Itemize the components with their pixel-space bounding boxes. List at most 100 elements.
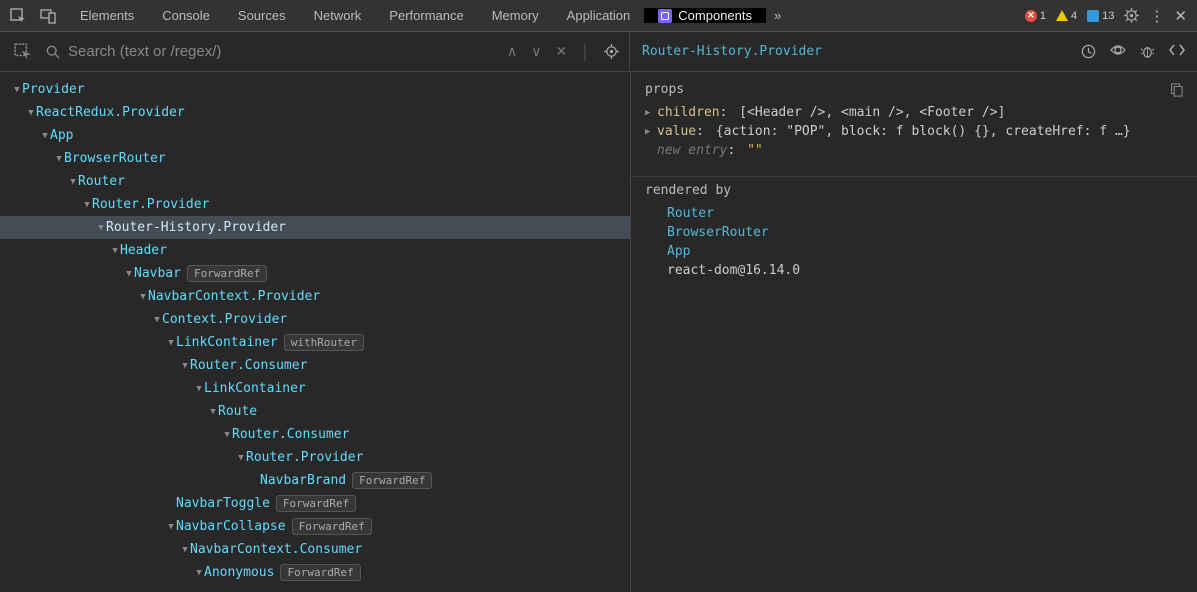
caret-icon[interactable]: ▼ bbox=[68, 177, 78, 187]
tree-node[interactable]: ▼ Router bbox=[0, 170, 630, 193]
suspend-icon[interactable] bbox=[1081, 44, 1096, 59]
node-label: Anonymous bbox=[204, 565, 274, 580]
caret-icon[interactable]: ▼ bbox=[96, 223, 106, 233]
caret-icon[interactable]: ▼ bbox=[236, 453, 246, 463]
warning-badge[interactable]: 4 bbox=[1056, 10, 1077, 22]
tree-node[interactable]: ▼ Router-History.Provider bbox=[0, 216, 630, 239]
error-icon: ✕ bbox=[1025, 10, 1037, 22]
node-label: NavbarToggle bbox=[176, 496, 270, 511]
tab-elements[interactable]: Elements bbox=[66, 0, 148, 31]
tree-node[interactable]: ▼ Router.Provider bbox=[0, 446, 630, 469]
tree-node[interactable]: NavbarToggleForwardRef bbox=[0, 492, 630, 515]
tree-node[interactable]: ▼ BrowserRouter bbox=[0, 147, 630, 170]
tree-node[interactable]: ▼ LinkContainer bbox=[0, 377, 630, 400]
tree-node[interactable]: ▼ LinkContainerwithRouter bbox=[0, 331, 630, 354]
hoc-badge: ForwardRef bbox=[352, 472, 432, 489]
rendered-by-heading: rendered by bbox=[645, 183, 731, 198]
node-label: Context.Provider bbox=[162, 312, 287, 327]
search-prev-icon[interactable]: ∧ bbox=[507, 43, 517, 60]
caret-icon[interactable]: ▼ bbox=[222, 430, 232, 440]
tree-node[interactable]: ▼ NavbarForwardRef bbox=[0, 262, 630, 285]
search-next-icon[interactable]: ∨ bbox=[531, 43, 541, 60]
caret-icon[interactable]: ▼ bbox=[208, 407, 218, 417]
more-tabs-icon[interactable]: » bbox=[766, 8, 789, 23]
caret-icon[interactable]: ▼ bbox=[12, 85, 22, 95]
tab-memory[interactable]: Memory bbox=[478, 0, 553, 31]
caret-icon[interactable]: ▼ bbox=[180, 361, 190, 371]
component-tree-pane[interactable]: ▼ Provider▼ ReactRedux.Provider▼ App▼ Br… bbox=[0, 72, 630, 592]
close-devtools-icon[interactable]: ✕ bbox=[1174, 7, 1187, 25]
node-label: Router.Provider bbox=[246, 450, 363, 465]
hoc-badge: ForwardRef bbox=[280, 564, 360, 581]
tree-node[interactable]: ▼ Provider bbox=[0, 78, 630, 101]
caret-icon[interactable]: ▼ bbox=[26, 108, 36, 118]
node-label: Router.Consumer bbox=[190, 358, 307, 373]
rendered-by-link[interactable]: App bbox=[645, 242, 1183, 261]
tree-node[interactable]: ▼ NavbarCollapseForwardRef bbox=[0, 515, 630, 538]
caret-icon[interactable]: ▼ bbox=[180, 545, 190, 555]
tree-node[interactable]: ▼ NavbarContext.Provider bbox=[0, 285, 630, 308]
search-clear-icon[interactable]: ✕ bbox=[556, 43, 568, 60]
copy-props-icon[interactable] bbox=[1169, 83, 1183, 97]
error-count: 1 bbox=[1040, 10, 1046, 22]
tree-node[interactable]: ▼ Router.Consumer bbox=[0, 354, 630, 377]
caret-icon[interactable]: ▼ bbox=[110, 246, 120, 256]
tree-settings-icon[interactable] bbox=[604, 44, 619, 59]
tree-node[interactable]: ▼ Anonymous ForwardRef bbox=[0, 561, 630, 584]
devtools-tabs: ElementsConsoleSourcesNetworkPerformance… bbox=[66, 0, 644, 31]
tree-node[interactable]: ▼ NavbarContext.Consumer bbox=[0, 538, 630, 561]
tree-node[interactable]: ▼ Header bbox=[0, 239, 630, 262]
caret-icon[interactable]: ▼ bbox=[166, 522, 176, 532]
tree-node[interactable]: ▼ Context.Provider bbox=[0, 308, 630, 331]
props-heading: props bbox=[645, 82, 684, 97]
error-badge[interactable]: ✕ 1 bbox=[1025, 10, 1046, 22]
tree-node[interactable]: ▼ ReactRedux.Provider bbox=[0, 101, 630, 124]
tree-node[interactable]: ▼ Router.Provider bbox=[0, 193, 630, 216]
tree-node[interactable]: ▼ Router.Consumer bbox=[0, 423, 630, 446]
caret-icon[interactable]: ▼ bbox=[166, 338, 176, 348]
node-label: NavbarContext.Consumer bbox=[190, 542, 362, 557]
view-source-icon[interactable] bbox=[1169, 44, 1185, 59]
prop-row-new-entry[interactable]: new entry: "" bbox=[645, 141, 1183, 160]
rendered-by-link[interactable]: BrowserRouter bbox=[645, 223, 1183, 242]
tree-node[interactable]: ▼ App bbox=[0, 124, 630, 147]
debug-icon[interactable] bbox=[1140, 44, 1155, 59]
inspect-element-icon[interactable] bbox=[10, 8, 26, 24]
settings-icon[interactable] bbox=[1124, 8, 1139, 23]
caret-icon[interactable]: ▼ bbox=[194, 384, 204, 394]
select-element-icon[interactable] bbox=[0, 43, 46, 61]
tab-performance[interactable]: Performance bbox=[375, 0, 477, 31]
tree-node[interactable]: ▼ Route bbox=[0, 400, 630, 423]
caret-icon[interactable]: ▼ bbox=[194, 568, 204, 578]
caret-icon[interactable]: ▼ bbox=[54, 154, 64, 164]
caret-icon[interactable]: ▼ bbox=[152, 315, 162, 325]
tab-sources[interactable]: Sources bbox=[224, 0, 300, 31]
caret-icon[interactable]: ▼ bbox=[82, 200, 92, 210]
prop-value: {action: "POP", block: f block() {}, cre… bbox=[716, 124, 1131, 139]
devtools-tab-bar: ElementsConsoleSourcesNetworkPerformance… bbox=[0, 0, 1197, 32]
inspect-dom-icon[interactable] bbox=[1110, 44, 1126, 59]
warning-count: 4 bbox=[1071, 10, 1077, 22]
prop-row-children[interactable]: ▶ children: [<Header />, <main />, <Foot… bbox=[645, 103, 1183, 122]
tab-console[interactable]: Console bbox=[148, 0, 224, 31]
caret-icon[interactable]: ▼ bbox=[138, 292, 148, 302]
tab-network[interactable]: Network bbox=[300, 0, 376, 31]
device-toolbar-icon[interactable] bbox=[40, 8, 56, 24]
tree-node[interactable]: NavbarBrandForwardRef bbox=[0, 469, 630, 492]
selected-component-breadcrumb[interactable]: Router-History.Provider bbox=[642, 44, 822, 59]
tab-application[interactable]: Application bbox=[553, 0, 645, 31]
new-entry-value[interactable]: "" bbox=[747, 143, 763, 158]
tab-label: Components bbox=[678, 8, 752, 23]
info-badge[interactable]: 13 bbox=[1087, 10, 1114, 22]
rendered-by-link[interactable]: Router bbox=[645, 204, 1183, 223]
caret-icon[interactable]: ▼ bbox=[40, 131, 50, 141]
node-label: NavbarContext.Provider bbox=[148, 289, 320, 304]
tab-components[interactable]: Components bbox=[644, 8, 766, 23]
expand-icon[interactable]: ▶ bbox=[645, 127, 657, 137]
details-pane: props ▶ children: [<Header />, <main />,… bbox=[630, 72, 1197, 592]
caret-icon[interactable]: ▼ bbox=[124, 269, 134, 279]
search-icon bbox=[46, 45, 68, 59]
prop-row-value[interactable]: ▶ value: {action: "POP", block: f block(… bbox=[645, 122, 1183, 141]
expand-icon[interactable]: ▶ bbox=[645, 108, 657, 118]
more-menu-icon[interactable]: ⋮ bbox=[1149, 7, 1164, 25]
